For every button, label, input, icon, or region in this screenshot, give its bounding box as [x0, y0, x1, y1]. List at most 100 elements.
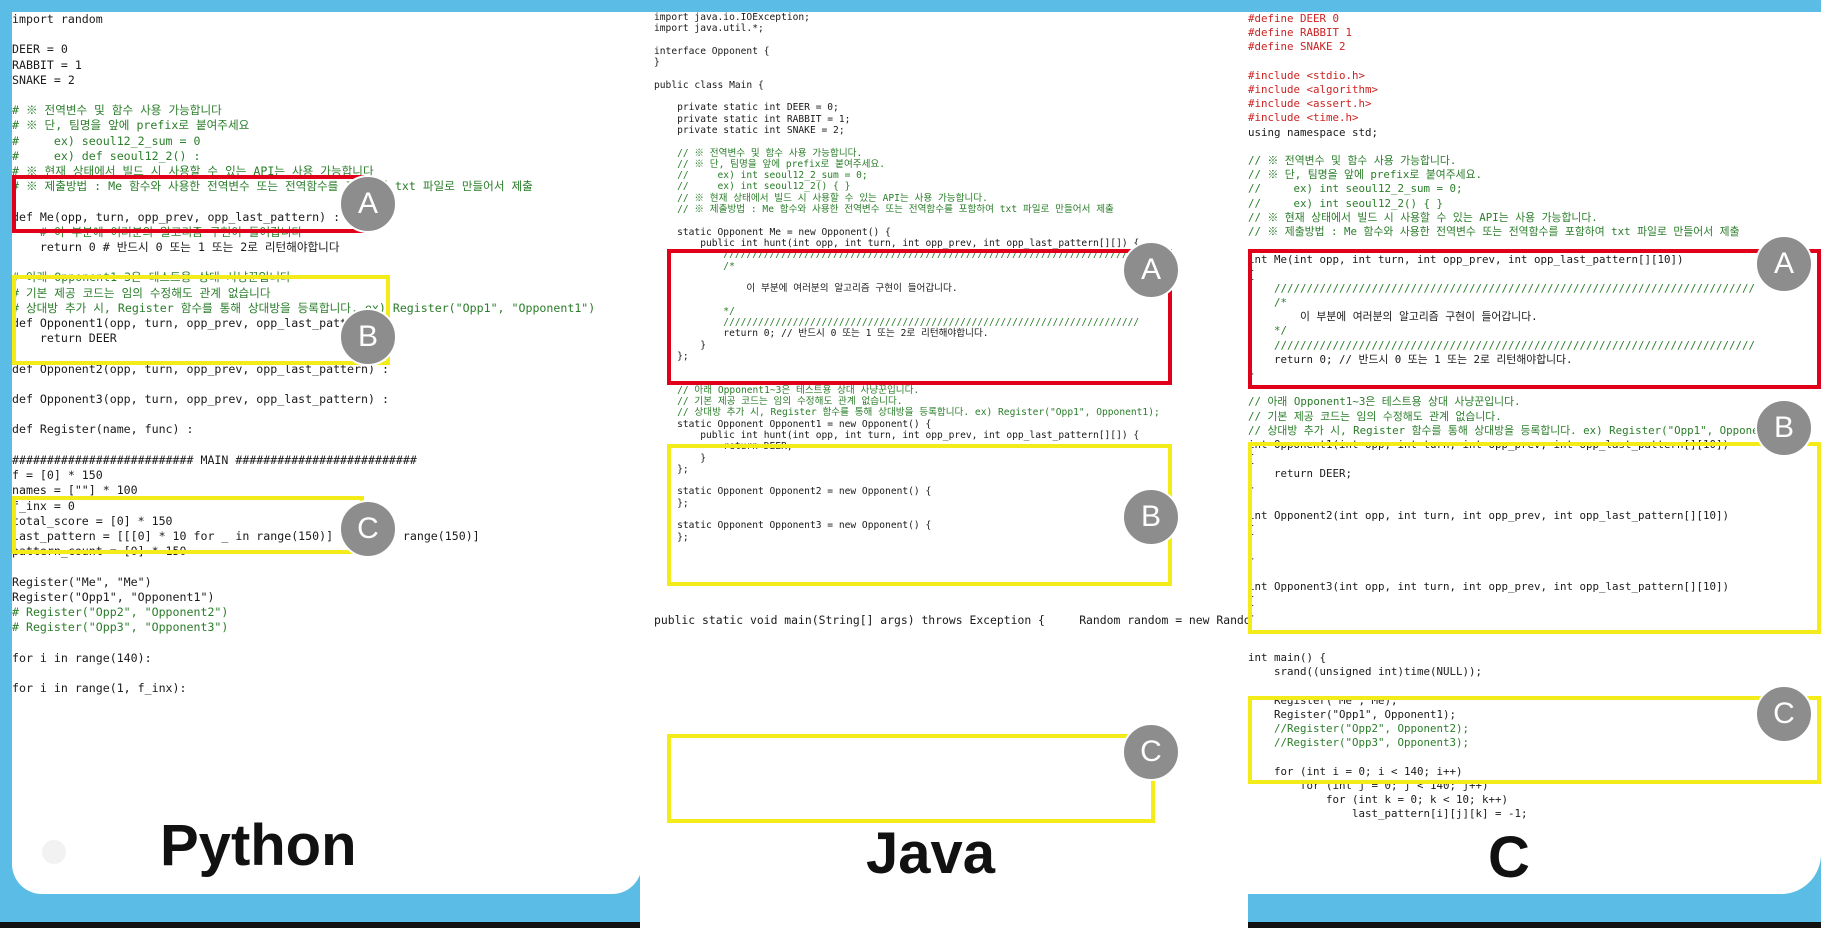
- code-line: for (int k = 0; k < 10; k++): [1248, 793, 1509, 807]
- code-line: // 아래 Opponent1~3은 테스트용 상대 사냥꾼입니다.: [654, 384, 920, 396]
- code-line: private static int DEER = 0;: [654, 102, 839, 114]
- python-code-panel: import random DEER = 0 RABBIT = 1 SNAKE = …: [12, 12, 642, 894]
- java-label: Java: [866, 821, 996, 886]
- decor-dot: [42, 840, 66, 864]
- code-line: // ex) int seoul12_2_sum = 0;: [1248, 182, 1463, 196]
- java-box-a: [667, 249, 1172, 385]
- code-line: private static int RABBIT = 1;: [654, 113, 851, 125]
- code-line: // ex) int seoul12_2() { }: [1248, 196, 1444, 210]
- code-line: #define DEER 0: [1248, 12, 1340, 25]
- c-code-panel: #define DEER 0 #define RABBIT 1 #define SN…: [1248, 12, 1821, 894]
- code-line: public int hunt(int opp, int turn, int o…: [654, 237, 1140, 249]
- code-line: SNAKE = 2: [12, 72, 75, 87]
- code-line: }: [654, 57, 660, 69]
- code-line: // ※ 단, 팀명을 앞에 prefix로 붙여주세요.: [1248, 168, 1482, 182]
- code-line: #include <stdio.h>: [1248, 68, 1366, 82]
- python-box-a: [12, 175, 364, 233]
- badge-b: B: [1755, 399, 1813, 457]
- code-line: ########################## MAIN ########…: [12, 452, 417, 467]
- code-line: RABBIT = 1: [12, 57, 82, 72]
- python-label: Python: [160, 813, 357, 878]
- c-label: C: [1488, 825, 1530, 890]
- code-line: return 0 # 반드시 0 또는 1 또는 2로 리턴해야합니다: [12, 240, 340, 255]
- code-line: for i in range(140):: [12, 650, 152, 665]
- code-line: // ※ 전역변수 및 함수 사용 가능합니다.: [1248, 154, 1457, 168]
- code-line: // ※ 단, 팀명을 앞에 prefix로 붙여주세요.: [654, 158, 886, 170]
- code-line: // ex) int seoul12_2() { }: [654, 181, 851, 193]
- badge-c: C: [1755, 685, 1813, 743]
- code-line: #include <time.h>: [1248, 111, 1359, 125]
- java-box-c: [667, 734, 1155, 823]
- code-line: Register("Me", "Me"): [12, 574, 152, 589]
- code-line: // ※ 현재 상태에서 빌드 시 사용할 수 있는 API는 사용 가능합니다…: [654, 192, 988, 204]
- code-line: // 상대방 추가 시, Register 함수를 통해 상대방을 등록합니다.…: [1248, 423, 1792, 437]
- badge-c: C: [339, 500, 397, 558]
- c-box-b: [1248, 442, 1821, 634]
- code-line: static Opponent Me = new Opponent() {: [654, 226, 891, 238]
- code-line: def Register(name, func) :: [12, 422, 194, 437]
- code-line: // 기본 제공 코드는 임의 수정해도 관계 없습니다.: [654, 396, 903, 408]
- code-line: for i in range(1, f_inx):: [12, 680, 187, 695]
- code-line: import random: [12, 12, 103, 26]
- code-line: static Opponent Opponent1 = new Opponent…: [654, 418, 932, 430]
- code-line: f = [0] * 150: [12, 468, 103, 483]
- badge-a: A: [339, 175, 397, 233]
- code-line: # Register("Opp3", "Opponent3"): [12, 620, 229, 635]
- code-line: // ※ 제출방법 : Me 함수와 사용한 전역변수 또는 전역함수를 포함하…: [1248, 225, 1740, 239]
- code-line: #define SNAKE 2: [1248, 40, 1346, 54]
- c-box-c: [1248, 696, 1821, 784]
- python-box-c: [12, 496, 364, 554]
- code-line: DEER = 0: [12, 42, 68, 57]
- code-line: // ※ 현재 상태에서 빌드 시 사용할 수 있는 API는 사용 가능합니다…: [1248, 210, 1598, 224]
- code-line: // ※ 제출방법 : Me 함수와 사용한 전역변수 또는 전역함수를 포함하…: [654, 204, 1114, 216]
- code-line: using namespace std;: [1248, 125, 1379, 139]
- badge-a: A: [1122, 241, 1180, 299]
- code-line: # ※ 전역변수 및 함수 사용 가능합니다: [12, 103, 222, 118]
- code-line: int main() {: [1248, 651, 1327, 665]
- code-line: import java.util.*;: [654, 23, 764, 35]
- badge-c: C: [1122, 723, 1180, 781]
- code-line: private static int SNAKE = 2;: [654, 124, 845, 136]
- code-line: srand((unsigned int)time(NULL));: [1248, 665, 1483, 679]
- code-line: Register("Opp1", "Opponent1"): [12, 589, 215, 604]
- code-line: // 기본 제공 코드는 임의 수정해도 관계 없습니다.: [1248, 409, 1502, 423]
- java-box-b: [667, 444, 1172, 586]
- java-main-code: public static void main(String[] args) t…: [654, 612, 1248, 629]
- code-line: // ※ 전역변수 및 함수 사용 가능합니다.: [654, 147, 863, 159]
- badge-a: A: [1755, 235, 1813, 293]
- code-line: #include <assert.h>: [1248, 97, 1372, 111]
- code-line: #include <algorithm>: [1248, 83, 1379, 97]
- code-line: // 상대방 추가 시, Register 함수를 통해 상대방을 등록합니다.…: [654, 407, 1160, 419]
- code-line: interface Opponent {: [654, 45, 770, 57]
- python-box-b: [12, 275, 390, 365]
- code-line: # Register("Opp2", "Opponent2"): [12, 604, 229, 619]
- c-box-a: [1248, 249, 1821, 389]
- badge-b: B: [339, 308, 397, 366]
- code-line: // 아래 Opponent1~3은 테스트용 상대 사냥꾼입니다.: [1248, 395, 1521, 409]
- java-code-panel: import java.io.IOException; import java.u…: [640, 12, 1248, 928]
- code-line: import java.io.IOException;: [654, 12, 810, 23]
- code-line: // ex) int seoul12_2_sum = 0;: [654, 170, 868, 182]
- code-line: # ex) def seoul12_2() :: [12, 148, 208, 163]
- code-line: #define RABBIT 1: [1248, 26, 1353, 40]
- code-line: last_pattern[i][j][k] = -1;: [1248, 807, 1528, 821]
- code-line: Random random = new Random();: [1079, 613, 1248, 627]
